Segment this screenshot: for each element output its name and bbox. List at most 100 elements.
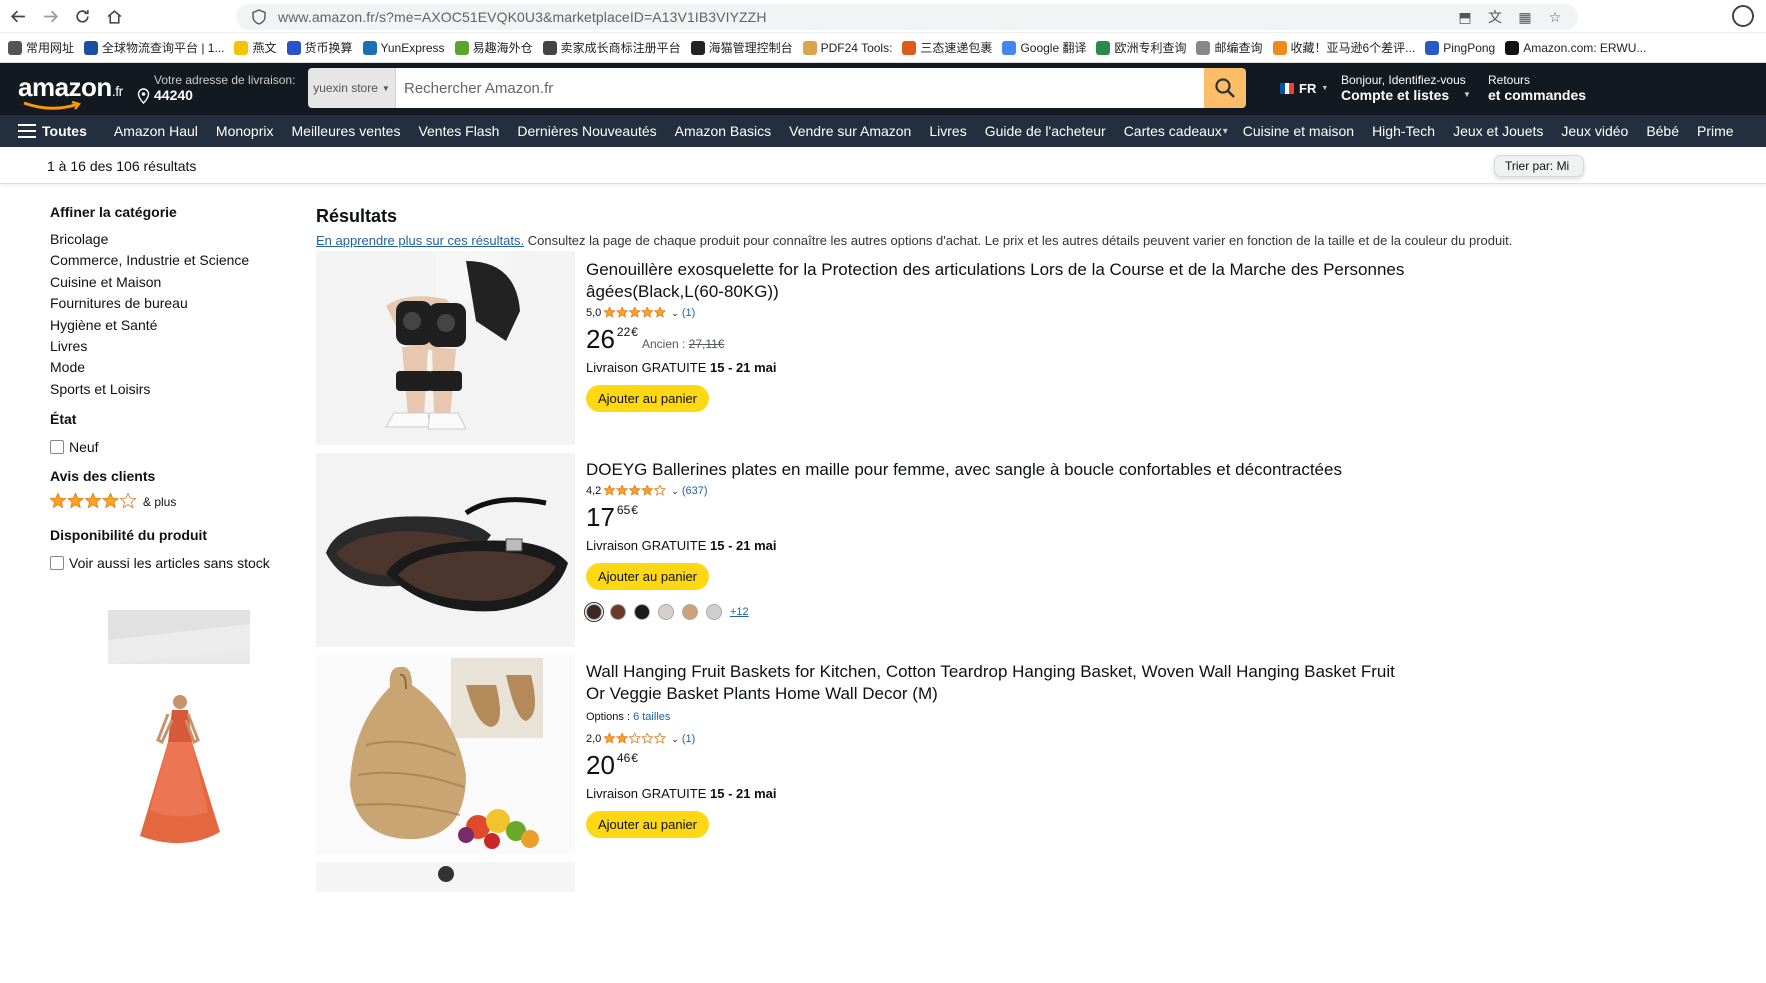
product-image[interactable] <box>316 453 575 647</box>
bookmark-star-icon[interactable]: ☆ <box>1546 8 1564 26</box>
bookmark-item[interactable]: 常用网址 <box>8 39 74 56</box>
category-filter-link[interactable]: Bricolage <box>50 229 290 250</box>
product-price[interactable]: 26 22 € Ancien : 27,11€ <box>586 325 1406 353</box>
back-icon[interactable] <box>2 0 34 32</box>
site-info-icon[interactable] <box>250 8 268 26</box>
add-to-cart-button[interactable]: Ajouter au panier <box>586 811 710 838</box>
product-info: DOEYG Ballerines plates en maille pour f… <box>584 453 1406 622</box>
reload-icon[interactable] <box>66 0 98 32</box>
search-category-label: yuexin store <box>313 81 378 95</box>
bookmark-item[interactable]: 货币换算 <box>286 39 353 56</box>
search-input[interactable] <box>396 68 1204 108</box>
bookmark-item[interactable]: 欧洲专利查询 <box>1096 39 1186 56</box>
checkbox[interactable] <box>50 440 64 455</box>
address-bar[interactable]: www.amazon.fr/s?me=AXOC51EVQK0U3&marketp… <box>236 4 1578 30</box>
profile-icon[interactable] <box>1732 5 1754 27</box>
bookmark-item[interactable]: PingPong <box>1425 40 1495 55</box>
delivery-location[interactable]: Votre adresse de livraison: 44240 <box>137 73 295 104</box>
product-title-link[interactable]: DOEYG Ballerines plates en maille pour f… <box>586 459 1406 481</box>
learn-more-link[interactable]: En apprendre plus sur ces résultats. <box>316 233 524 248</box>
category-filter-link[interactable]: Hygiène et Santé <box>50 315 290 336</box>
bookmark-item[interactable]: YunExpress <box>362 40 445 55</box>
nav-link[interactable]: Jeux vidéo <box>1552 123 1637 139</box>
bookmark-item[interactable]: Google 翻译 <box>1002 39 1086 56</box>
bookmark-item[interactable]: 邮编查询 <box>1196 39 1263 56</box>
product-card <box>316 862 1576 892</box>
search-button[interactable] <box>1204 68 1246 108</box>
color-swatch[interactable] <box>658 604 674 620</box>
add-to-cart-button[interactable]: Ajouter au panier <box>586 563 710 590</box>
sponsored-ad-banner[interactable] <box>108 610 250 664</box>
nav-link[interactable]: High-Tech <box>1363 123 1444 139</box>
language-selector[interactable]: FR ▼ <box>1280 81 1328 96</box>
bookmark-item[interactable]: 收藏！亚马逊6个差评... <box>1272 39 1415 56</box>
bookmark-item[interactable]: Amazon.com: ERWU... <box>1505 40 1646 55</box>
category-filter-link[interactable]: Sports et Loisirs <box>50 379 290 400</box>
category-filter-link[interactable]: Fournitures de bureau <box>50 293 290 314</box>
product-rating[interactable]: 4,2 ⌄ (637) <box>586 485 1406 497</box>
account-menu[interactable]: Bonjour, Identifiez-vous Compte et liste… <box>1341 73 1471 103</box>
amazon-logo[interactable]: amazon.fr <box>18 72 123 103</box>
bookmark-item[interactable]: 三态速递包裹 <box>902 39 992 56</box>
nav-link[interactable]: Jeux et Jouets <box>1444 123 1552 139</box>
all-menu-button[interactable]: Toutes <box>0 123 105 139</box>
forward-icon[interactable] <box>34 0 66 32</box>
product-image[interactable] <box>316 655 575 854</box>
rating-count-link[interactable]: (1) <box>682 733 695 745</box>
category-filter-link[interactable]: Livres <box>50 336 290 357</box>
rating-count-link[interactable]: (637) <box>682 485 708 497</box>
category-filter-link[interactable]: Commerce, Industrie et Science <box>50 250 290 271</box>
product-rating[interactable]: 5,0 ⌄ (1) <box>586 307 1406 319</box>
nav-link[interactable]: Amazon Basics <box>666 123 780 139</box>
product-image[interactable] <box>316 862 575 892</box>
product-price[interactable]: 17 65 € <box>586 503 1406 531</box>
install-icon[interactable]: ⬒ <box>1456 8 1474 26</box>
sort-dropdown[interactable]: Trier par: Mi <box>1494 155 1584 177</box>
options-sizes-link[interactable]: 6 tailles <box>633 711 670 723</box>
nav-link[interactable]: Amazon Haul <box>105 123 207 139</box>
color-swatch[interactable] <box>706 604 722 620</box>
color-swatch[interactable] <box>634 604 650 620</box>
color-swatch[interactable] <box>610 604 626 620</box>
returns-orders[interactable]: Retours et commandes <box>1488 73 1586 103</box>
nav-link[interactable]: Meilleures ventes <box>283 123 410 139</box>
bookmark-item[interactable]: 燕文 <box>234 39 277 56</box>
out-of-stock-filter[interactable]: Voir aussi les articles sans stock <box>50 552 290 574</box>
nav-link[interactable]: Guide de l'acheteur <box>976 123 1115 139</box>
product-rating[interactable]: 2,0 ⌄ (1) <box>586 733 1406 745</box>
bookmark-item[interactable]: PDF24 Tools: <box>802 40 892 55</box>
bookmark-item[interactable]: 易趣海外仓 <box>454 39 533 56</box>
nav-link[interactable]: Livres <box>920 123 975 139</box>
sponsored-dress-image[interactable] <box>128 692 228 852</box>
nav-link[interactable]: Vendre sur Amazon <box>780 123 920 139</box>
nav-link[interactable]: Ventes Flash <box>409 123 508 139</box>
bookmark-item[interactable]: 海猫管理控制台 <box>690 39 793 56</box>
product-title-link[interactable]: Genouillère exosquelette for la Protecti… <box>586 259 1406 303</box>
condition-new-filter[interactable]: Neuf <box>50 436 290 458</box>
qr-code-icon[interactable]: ▦ <box>1516 8 1534 26</box>
nav-link[interactable]: Dernières Nouveautés <box>508 123 665 139</box>
nav-link[interactable]: Bébé <box>1637 123 1688 139</box>
nav-link[interactable]: Cuisine et maison <box>1234 123 1363 139</box>
add-to-cart-button[interactable]: Ajouter au panier <box>586 385 710 412</box>
color-swatch[interactable] <box>584 602 604 622</box>
checkbox[interactable] <box>50 556 64 571</box>
product-image[interactable] <box>316 251 575 445</box>
url-text[interactable]: www.amazon.fr/s?me=AXOC51EVQK0U3&marketp… <box>278 9 767 25</box>
color-swatch[interactable] <box>682 604 698 620</box>
bookmark-item[interactable]: 全球物流查询平台 | 1... <box>84 39 224 56</box>
nav-link[interactable]: Cartes cadeaux <box>1115 123 1231 139</box>
translate-icon[interactable]: 文 <box>1486 8 1504 26</box>
rating-count-link[interactable]: (1) <box>682 307 695 319</box>
category-filter-link[interactable]: Cuisine et Maison <box>50 272 290 293</box>
home-icon[interactable] <box>98 0 130 32</box>
nav-link[interactable]: Prime <box>1688 123 1743 139</box>
more-colors-link[interactable]: +12 <box>730 606 749 618</box>
search-category-dropdown[interactable]: yuexin store ▼ <box>308 68 396 108</box>
category-filter-link[interactable]: Mode <box>50 357 290 378</box>
reviews-4-stars-filter[interactable]: & plus <box>50 493 290 511</box>
nav-link[interactable]: Monoprix <box>207 123 283 139</box>
product-title-link[interactable]: Wall Hanging Fruit Baskets for Kitchen, … <box>586 661 1406 705</box>
product-price[interactable]: 20 46 € <box>586 751 1406 779</box>
bookmark-item[interactable]: 卖家成长商标注册平台 <box>542 39 681 56</box>
